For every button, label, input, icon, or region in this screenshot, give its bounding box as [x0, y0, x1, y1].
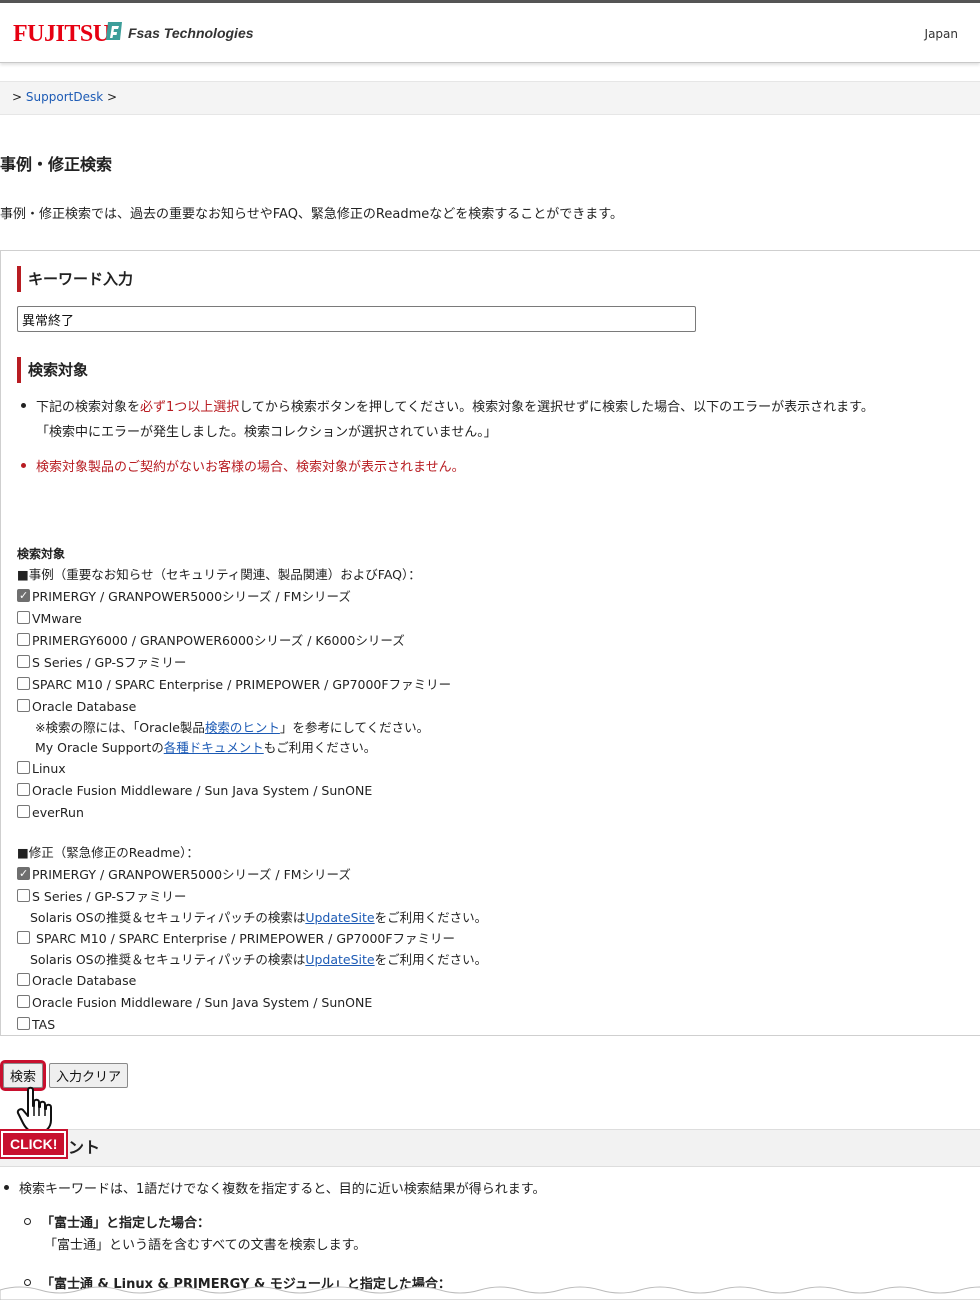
fsas-logo-text: Fsas Technologies [128, 25, 254, 41]
oracle-docs-link[interactable]: 各種ドキュメント [164, 740, 264, 755]
target-list: 検索対象 ■事例（重要なお知らせ（セキュリティ関連、製品関連）およびFAQ）： … [17, 544, 487, 1036]
fujitsu-logo[interactable]: FUJITSU [13, 21, 110, 48]
checkbox[interactable] [17, 931, 30, 944]
case-checkbox-row[interactable]: Oracle Database [17, 696, 487, 718]
checkbox[interactable] [17, 805, 30, 818]
case-checkbox-row[interactable]: PRIMERGY6000 / GRANPOWER6000シリーズ / K6000… [17, 630, 487, 652]
contract-warning: 検索対象製品のご契約がないお客様の場合、検索対象が表示されません。 [21, 455, 465, 480]
fsas-logo-icon [106, 22, 122, 40]
oracle-docs-note: My Oracle Supportの各種ドキュメントもご利用ください。 [35, 740, 377, 755]
hints-heading-bar: ント [0, 1129, 980, 1167]
solaris-note: Solaris OSの推奨＆セキュリティパッチの検索はUpdateSiteをご利… [30, 952, 488, 967]
breadcrumb-supportdesk[interactable]: SupportDesk [26, 90, 103, 104]
checkbox[interactable] [17, 633, 30, 646]
checkbox[interactable] [17, 761, 30, 774]
breadcrumb: > SupportDesk > [0, 81, 980, 115]
torn-edge-decoration [0, 1286, 980, 1300]
hints-heading: ント [68, 1138, 101, 1157]
cases-header: ■事例（重要なお知らせ（セキュリティ関連、製品関連）およびFAQ）： [17, 567, 421, 582]
solaris-note: Solaris OSの推奨＆セキュリティパッチの検索はUpdateSiteをご利… [30, 910, 488, 925]
search-form-panel: キーワード入力 検索対象 下記の検索対象を必ず1つ以上選択してから検索ボタンを押… [0, 250, 980, 1036]
checkbox[interactable] [17, 783, 30, 796]
hint-item: 検索キーワードは、1語だけでなく複数を指定すると、目的に近い検索結果が得られます… [4, 1180, 545, 1200]
click-annotation-badge: CLICK! [0, 1129, 69, 1159]
oracle-hint-note: ※検索の際には、「Oracle製品検索のヒント」を参考にしてください。 [35, 720, 430, 735]
keyword-heading: キーワード入力 [17, 266, 133, 292]
target-list-label: 検索対象 [17, 547, 66, 561]
bullet-dot [21, 403, 26, 408]
pointer-hand-icon [16, 1086, 52, 1134]
fix-checkbox-row[interactable]: SPARC M10 / SPARC Enterprise / PRIMEPOWE… [17, 928, 487, 950]
fix-checkbox-row[interactable]: Oracle Database [17, 970, 487, 992]
checkbox-checked[interactable] [17, 585, 30, 607]
fix-checkbox-row[interactable]: TAS [17, 1014, 487, 1036]
hint-example-1: 「富士通」と指定した場合： 「富士通」という語を含むすべての文書を検索します。 [24, 1213, 366, 1257]
updatesite-link[interactable]: UpdateSite [305, 952, 374, 967]
site-header: FUJITSU Fsas Technologies Japan [0, 3, 980, 63]
updatesite-link[interactable]: UpdateSite [305, 910, 374, 925]
checkbox-checked[interactable] [17, 863, 30, 885]
checkbox[interactable] [17, 699, 30, 712]
checkbox[interactable] [17, 1017, 30, 1030]
fix-checkbox-row[interactable]: PRIMERGY / GRANPOWER5000シリーズ / FMシリーズ [17, 863, 487, 886]
case-checkbox-row[interactable]: PRIMERGY / GRANPOWER5000シリーズ / FMシリーズ [17, 585, 487, 608]
checkbox[interactable] [17, 611, 30, 624]
checkbox[interactable] [17, 889, 30, 902]
fixes-header: ■修正（緊急修正のReadme）： [17, 845, 199, 860]
case-checkbox-row[interactable]: VMware [17, 608, 487, 630]
case-checkbox-row[interactable]: S Series / GP-Sファミリー [17, 652, 487, 674]
case-checkbox-row[interactable]: Oracle Fusion Middleware / Sun Java Syst… [17, 780, 487, 802]
page-title: 事例・修正検索 [0, 155, 113, 174]
case-checkbox-row[interactable]: Linux [17, 758, 487, 780]
checkbox[interactable] [17, 995, 30, 1008]
fujitsu-logo-text: FUJITSU [13, 21, 110, 47]
case-checkbox-row[interactable]: everRun [17, 802, 487, 824]
checkbox[interactable] [17, 973, 30, 986]
checkbox[interactable] [17, 655, 30, 668]
hints-list: 検索キーワードは、1語だけでなく複数を指定すると、目的に近い検索結果が得られます… [4, 1180, 545, 1200]
target-instruction: 下記の検索対象を必ず1つ以上選択してから検索ボタンを押してください。検索対象を選… [21, 395, 874, 445]
bullet-dot [21, 463, 26, 468]
target-heading: 検索対象 [17, 357, 88, 383]
fix-checkbox-row[interactable]: Oracle Fusion Middleware / Sun Java Syst… [17, 992, 487, 1014]
search-button[interactable]: 検索 [0, 1060, 47, 1091]
region-selector[interactable]: Japan [925, 27, 958, 41]
clear-button[interactable]: 入力クリア [49, 1063, 129, 1088]
bullet-dot [4, 1185, 9, 1190]
keyword-input[interactable] [17, 306, 696, 332]
checkbox[interactable] [17, 677, 30, 690]
fix-checkbox-row[interactable]: S Series / GP-Sファミリー [17, 886, 487, 908]
case-checkbox-row[interactable]: SPARC M10 / SPARC Enterprise / PRIMEPOWE… [17, 674, 487, 696]
circle-bullet-icon [24, 1218, 31, 1225]
oracle-hint-link[interactable]: 検索のヒント [205, 720, 280, 735]
page-intro: 事例・修正検索では、過去の重要なお知らせやFAQ、緊急修正のReadmeなどを検… [0, 207, 623, 222]
